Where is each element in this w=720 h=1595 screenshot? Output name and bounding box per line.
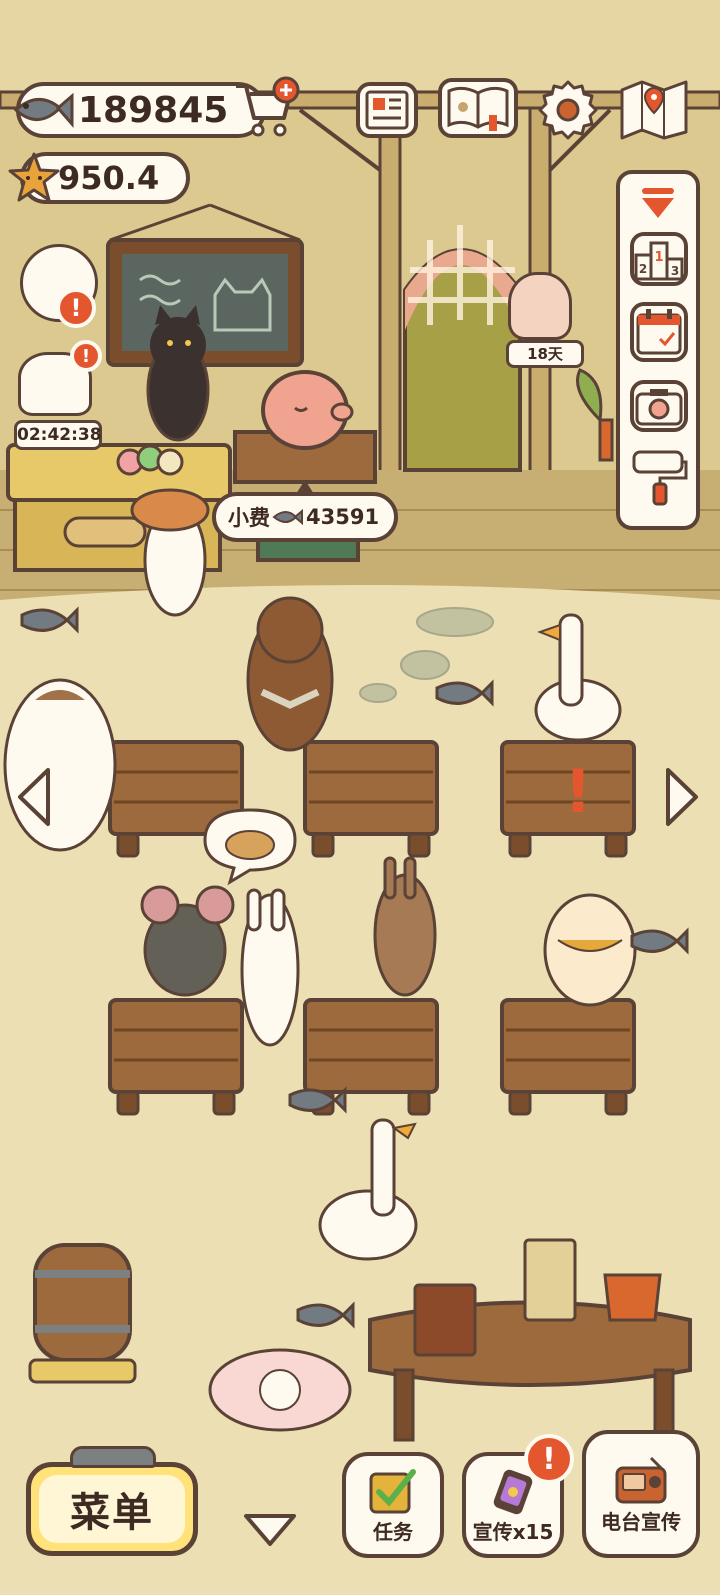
cafe-scene: ! xyxy=(0,0,720,1595)
days-tag: 18天 xyxy=(506,340,584,368)
map-icon xyxy=(620,80,688,140)
promo-label: 宣传x15 xyxy=(472,1519,554,1544)
menu-button[interactable]: 菜单 xyxy=(26,1462,198,1556)
fish-count: 189845 xyxy=(78,89,229,131)
countdown-timer-text: 02:42:38 xyxy=(17,425,102,445)
promo-alert-badge: ! xyxy=(524,1434,574,1484)
collapse-arrow-icon xyxy=(642,188,674,218)
ranking-podium-icon: 1 2 3 xyxy=(634,241,684,281)
tip-label: 小费 xyxy=(228,506,270,530)
map-button[interactable] xyxy=(618,76,690,142)
decorate-button[interactable] xyxy=(630,448,688,508)
menu-button-label: 菜单 xyxy=(70,1490,154,1536)
radio-promo-label: 电台宣传 xyxy=(601,1509,681,1534)
side-collapse-button[interactable] xyxy=(632,184,684,224)
lucky-cat-alert-badge: ! xyxy=(70,340,102,372)
chef-alert-badge: ! xyxy=(56,288,96,328)
star-count: 950.4 xyxy=(58,159,160,197)
paint-roller-icon xyxy=(632,450,688,506)
svg-text:3: 3 xyxy=(671,264,679,278)
shop-cart-button[interactable] xyxy=(230,76,302,140)
task-check-icon xyxy=(369,1468,416,1513)
settings-button[interactable] xyxy=(536,78,600,142)
newspaper-button[interactable] xyxy=(356,82,418,138)
gear-icon xyxy=(538,80,598,140)
radio-promo-button[interactable]: 电台宣传 xyxy=(582,1430,700,1558)
tip-amount: 43591 xyxy=(306,505,380,529)
ranking-button[interactable]: 1 2 3 xyxy=(630,232,688,286)
tip-bubble[interactable]: 小费 43591 xyxy=(212,492,398,542)
star-icon xyxy=(8,152,60,202)
tip-fish-icon xyxy=(272,508,303,526)
svg-text:1: 1 xyxy=(654,250,663,265)
menu-clip-icon xyxy=(70,1446,156,1468)
camera-button[interactable] xyxy=(630,380,688,432)
chevron-down-icon xyxy=(244,1514,296,1546)
collapse-bar-button[interactable] xyxy=(240,1510,300,1550)
svg-text:2: 2 xyxy=(639,262,647,276)
newspaper-icon xyxy=(365,90,409,130)
fish-currency-icon xyxy=(13,92,74,128)
calendar-button[interactable] xyxy=(630,302,688,362)
tasks-label: 任务 xyxy=(373,1519,413,1544)
visiting-corgi[interactable] xyxy=(508,272,572,340)
tip-bubble-pointer xyxy=(296,480,314,494)
svg-text:!: ! xyxy=(564,757,591,827)
recipe-book-icon xyxy=(447,86,509,131)
days-tag-text: 18天 xyxy=(527,345,563,363)
countdown-timer: 02:42:38 xyxy=(14,420,102,450)
calendar-icon xyxy=(636,309,682,355)
radio-icon xyxy=(615,1456,667,1503)
tasks-button[interactable]: 任务 xyxy=(342,1452,444,1558)
camera-icon xyxy=(635,389,683,426)
recipe-book-button[interactable] xyxy=(438,78,518,138)
